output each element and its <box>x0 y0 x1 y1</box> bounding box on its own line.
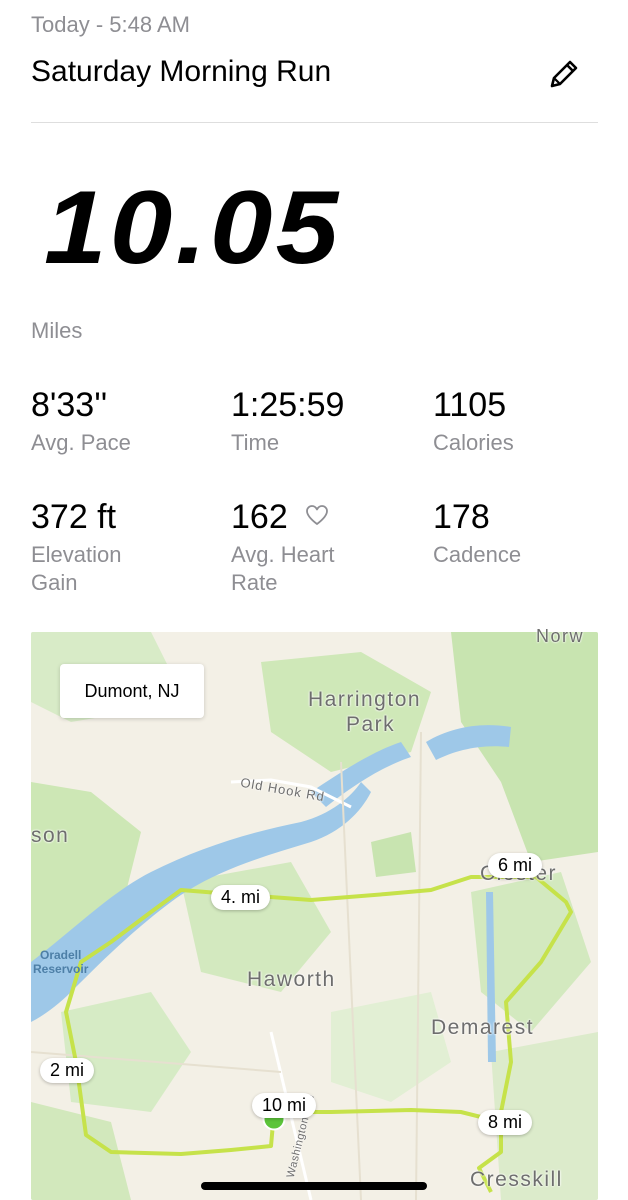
heart-rate-label-line1: Avg. Heart <box>231 542 335 567</box>
home-indicator[interactable] <box>201 1182 427 1190</box>
heart-rate-label-line2: Rate <box>231 570 278 595</box>
pace-label: Avg. Pace <box>31 430 131 455</box>
mile-marker-10: 10 mi <box>252 1093 317 1118</box>
cadence-value: 178 <box>433 498 490 536</box>
edit-button[interactable] <box>546 56 582 92</box>
pencil-icon <box>550 60 578 88</box>
map-label-demarest: Demarest <box>431 1016 535 1039</box>
activity-date: Today - 5:48 AM <box>31 12 190 37</box>
header-divider <box>31 122 598 123</box>
activity-title: Saturday Morning Run <box>31 55 332 88</box>
calories-value: 1105 <box>433 386 507 424</box>
map-label-oradell: Oradell <box>40 948 82 962</box>
mile-marker-8: 8 mi <box>478 1110 533 1135</box>
elevation-value: 372 ft <box>31 498 117 536</box>
map-label-park: Park <box>346 713 396 736</box>
map-label-norwood: Norw <box>536 626 585 646</box>
cadence-label: Cadence <box>433 542 522 567</box>
elevation-label-line2: Gain <box>31 570 78 595</box>
mile-marker-4: 4. mi <box>211 885 271 910</box>
map-label-haworth: Haworth <box>247 968 336 991</box>
time-value: 1:25:59 <box>231 386 345 424</box>
map-label-cresskill: Cresskill <box>470 1168 563 1191</box>
distance-value: 10.05 <box>44 170 342 286</box>
elevation-label-line1: Elevation <box>31 542 122 567</box>
heart-outline-icon <box>304 503 330 527</box>
mile-marker-6: 6 mi <box>488 853 543 878</box>
map-label-reservoir: Reservoir <box>33 962 89 976</box>
mile-marker-2: 2 mi <box>40 1058 95 1083</box>
map-label-harrington: Harrington <box>308 688 422 711</box>
map-label-hudson: son <box>31 824 70 847</box>
distance-unit: Miles <box>31 318 83 343</box>
pace-value: 8'33'' <box>31 386 108 424</box>
location-label[interactable]: Dumont, NJ <box>60 664 204 718</box>
time-label: Time <box>231 430 280 455</box>
heart-rate-value: 162 <box>231 498 288 536</box>
calories-label: Calories <box>433 430 514 455</box>
